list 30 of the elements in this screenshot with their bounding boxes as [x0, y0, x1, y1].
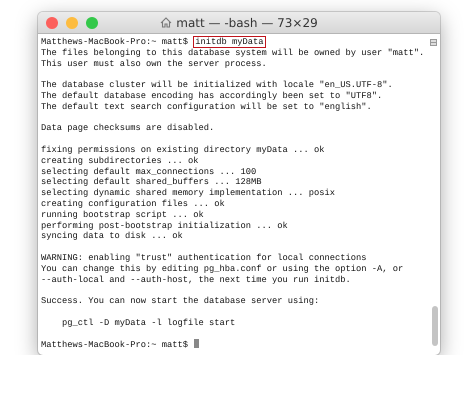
- home-icon: [160, 17, 172, 28]
- output-line: pg_ctl -D myData -l logfile start: [61, 318, 236, 328]
- output-line: The default database encoding has accordingly been set to "UTF8".: [41, 90, 382, 101]
- command-text: initdb myData: [193, 36, 266, 48]
- prompt-text: Matthews-MacBook-Pro:~ matt$: [41, 37, 188, 47]
- output-line: --auth-local and --auth-host, the next time you run initdb.: [41, 274, 351, 285]
- output-line: The database cluster will be initialized with locale "en_US.UTF-8".: [41, 80, 393, 90]
- output-line: creating subdirectories ... ok: [41, 156, 199, 166]
- window-title: matt — -bash — 73×29: [176, 14, 318, 32]
- minimize-button[interactable]: [66, 17, 78, 29]
- output-line: Success. You can now start the database server using:: [41, 296, 320, 306]
- output-line: selecting default shared_buffers ... 128MB: [41, 177, 262, 188]
- output-line: The files belonging to this database system will be owned by user "matt".: [41, 48, 424, 58]
- output-line: selecting default max_connections ... 100: [41, 166, 256, 177]
- output-line: The default text search configuration will be set to "english".: [41, 102, 372, 112]
- scrollbar-thumb[interactable]: [432, 306, 438, 346]
- output-line: WARNING: enabling "trust" authentication for local connections: [41, 252, 367, 263]
- output-line: running bootstrap script ... ok: [41, 210, 204, 220]
- output-line: creating configuration files ... ok: [41, 198, 225, 209]
- output-line: fixing permissions on existing directory myData ... ok: [41, 144, 325, 155]
- zoom-button[interactable]: [86, 17, 98, 29]
- output-line: This user must also own the server process.: [41, 58, 267, 69]
- close-button[interactable]: [46, 17, 58, 29]
- prompt-text: Matthews-MacBook-Pro:~ matt$: [41, 340, 188, 350]
- output-line: syncing data to disk ... ok: [41, 231, 183, 242]
- output-line: Data page checksums are disabled.: [41, 123, 214, 134]
- split-pane-icon[interactable]: [430, 39, 437, 46]
- output-line: selecting dynamic shared memory implementation ... posix: [41, 188, 336, 198]
- output-line: performing post-bootstrap initialization ... ok: [41, 220, 288, 231]
- output-line: You can change this by editing pg_hba.conf or using the option -A, or: [41, 264, 404, 274]
